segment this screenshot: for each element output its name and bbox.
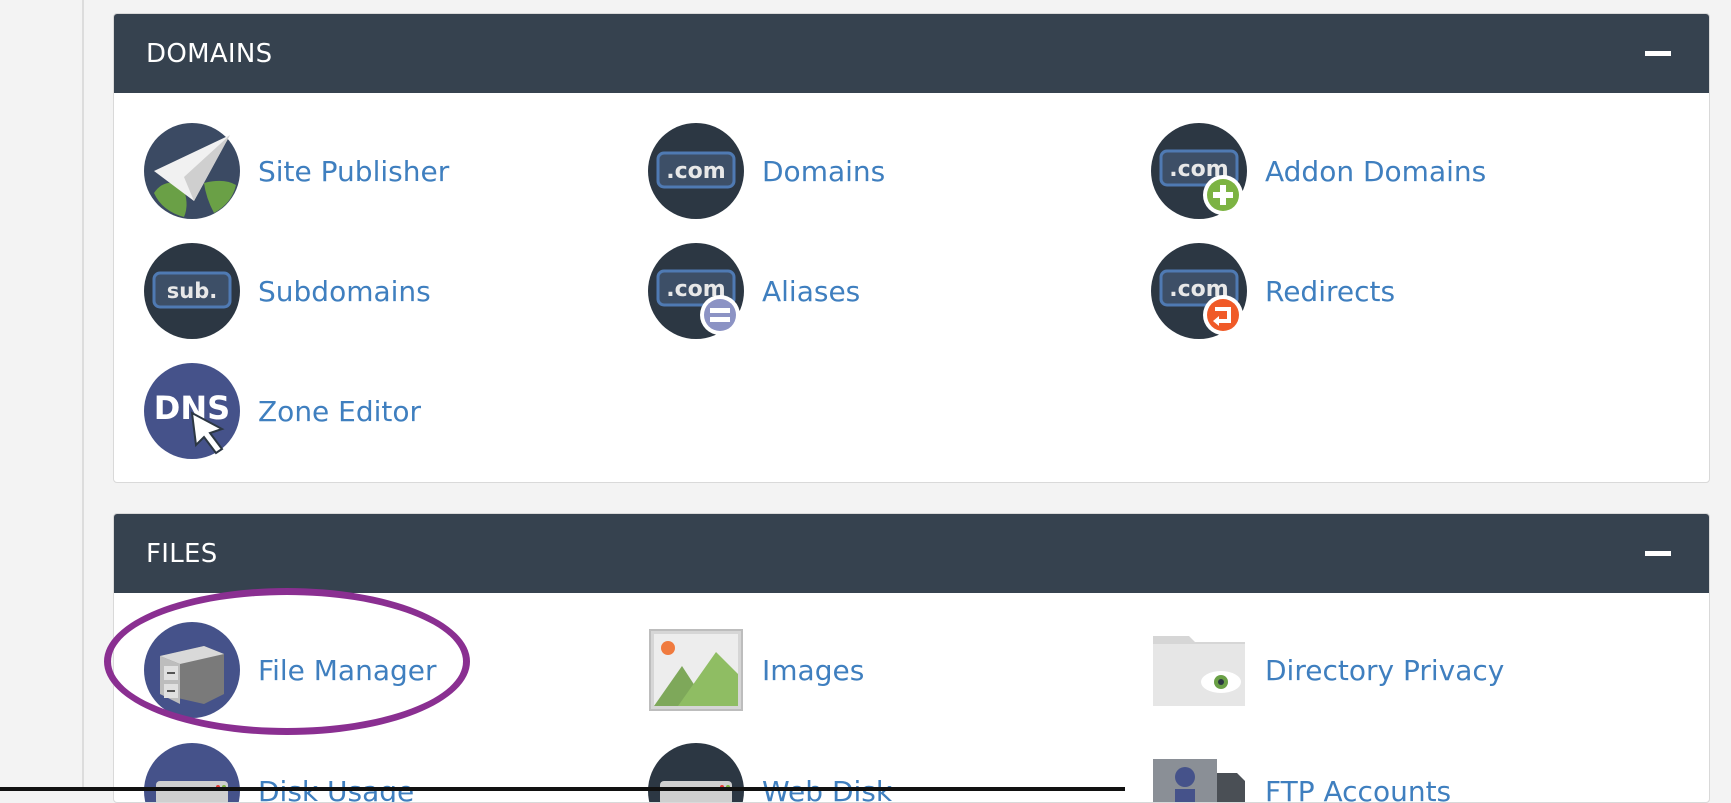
dotcom-equals-icon: .com bbox=[648, 243, 744, 339]
domains-link[interactable]: .com Domains bbox=[648, 123, 885, 219]
domains-panel: DOMAINS Site Publisher .com bbox=[113, 13, 1710, 483]
files-panel: FILES File Manager bbox=[113, 513, 1710, 803]
domains-label: Domains bbox=[762, 155, 885, 188]
files-panel-title: FILES bbox=[146, 539, 218, 569]
file-manager-link[interactable]: File Manager bbox=[144, 622, 437, 718]
bottom-bar bbox=[0, 787, 1125, 791]
file-cabinet-icon bbox=[144, 622, 240, 718]
file-manager-label: File Manager bbox=[258, 654, 437, 687]
images-label: Images bbox=[762, 654, 864, 687]
files-collapse-button[interactable] bbox=[1645, 551, 1671, 556]
files-panel-header[interactable]: FILES bbox=[114, 514, 1709, 593]
directory-privacy-link[interactable]: Directory Privacy bbox=[1151, 622, 1504, 718]
subdomains-link[interactable]: sub. Subdomains bbox=[144, 243, 431, 339]
redirects-link[interactable]: .com Redirects bbox=[1151, 243, 1395, 339]
addon-domains-link[interactable]: .com Addon Domains bbox=[1151, 123, 1486, 219]
ftp-accounts-label: FTP Accounts bbox=[1265, 775, 1451, 803]
web-disk-icon bbox=[648, 743, 744, 803]
domains-collapse-button[interactable] bbox=[1645, 51, 1671, 56]
aliases-link[interactable]: .com Aliases bbox=[648, 243, 860, 339]
addon-domains-label: Addon Domains bbox=[1265, 155, 1486, 188]
domains-panel-header[interactable]: DOMAINS bbox=[114, 14, 1709, 93]
ftp-accounts-link[interactable]: FTP Accounts bbox=[1151, 743, 1451, 803]
folder-eye-icon bbox=[1151, 622, 1247, 718]
site-publisher-label: Site Publisher bbox=[258, 155, 449, 188]
disk-usage-link[interactable]: Disk Usage bbox=[144, 743, 414, 803]
directory-privacy-label: Directory Privacy bbox=[1265, 654, 1504, 687]
web-disk-link[interactable]: Web Disk bbox=[648, 743, 892, 803]
zone-editor-label: Zone Editor bbox=[258, 395, 421, 428]
images-link[interactable]: Images bbox=[648, 622, 864, 718]
dotcom-redirect-icon: .com bbox=[1151, 243, 1247, 339]
paper-plane-globe-icon bbox=[144, 123, 240, 219]
sub-icon-text: sub. bbox=[167, 279, 217, 303]
left-sidebar bbox=[0, 0, 84, 791]
dotcom-add-icon: .com bbox=[1151, 123, 1247, 219]
dotcom-icon: .com bbox=[648, 123, 744, 219]
dotcom-icon-text: .com bbox=[666, 159, 725, 184]
disk-icon bbox=[144, 743, 240, 803]
image-icon bbox=[648, 622, 744, 718]
site-publisher-link[interactable]: Site Publisher bbox=[144, 123, 449, 219]
dns-icon-text: DNS bbox=[154, 389, 230, 427]
ftp-icon bbox=[1151, 743, 1247, 803]
aliases-label: Aliases bbox=[762, 275, 860, 308]
domains-panel-title: DOMAINS bbox=[146, 39, 272, 69]
redirects-label: Redirects bbox=[1265, 275, 1395, 308]
zone-editor-link[interactable]: DNS Zone Editor bbox=[144, 363, 421, 459]
dns-icon: DNS bbox=[144, 363, 240, 459]
subdomains-label: Subdomains bbox=[258, 275, 431, 308]
sub-icon: sub. bbox=[144, 243, 240, 339]
